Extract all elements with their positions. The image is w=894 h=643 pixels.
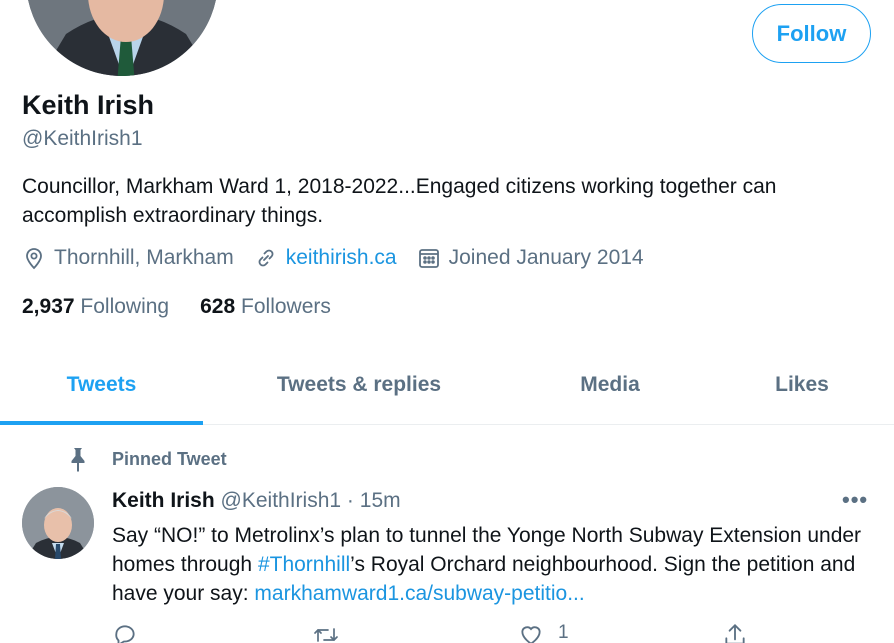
- profile-handle: @KeithIrish1: [22, 127, 143, 150]
- share-button[interactable]: [722, 622, 748, 643]
- followers-count: 628: [200, 295, 236, 318]
- calendar-icon: [418, 249, 439, 268]
- follow-stats: 2,937 Following 628 Followers: [22, 295, 362, 319]
- following-label: Following: [80, 295, 170, 318]
- tweet-time[interactable]: 15m: [360, 489, 401, 512]
- profile-joined: Joined January 2014: [417, 246, 644, 270]
- heart-icon: [521, 626, 541, 643]
- like-count: 1: [558, 622, 569, 643]
- tweet-author-handle[interactable]: @KeithIrish1: [221, 489, 342, 512]
- reply-icon: [115, 625, 135, 643]
- active-tab-indicator: [0, 421, 203, 425]
- profile-name: Keith Irish: [22, 90, 155, 120]
- profile-bio: Councillor, Markham Ward 1, 2018-2022...…: [22, 175, 777, 227]
- tweet-separator: ·: [346, 489, 354, 512]
- like-button[interactable]: 1: [518, 622, 569, 643]
- joined-text: Joined January 2014: [448, 246, 644, 269]
- tweet-author-avatar[interactable]: [22, 487, 94, 559]
- tab-likes[interactable]: Likes: [705, 345, 894, 424]
- tweet-url-link[interactable]: markhamward1.ca/subway-petitio...: [254, 582, 584, 605]
- tweet-more-button[interactable]: •••: [842, 487, 868, 513]
- pinned-label: Pinned Tweet: [112, 448, 227, 469]
- website-link[interactable]: keithirish.ca: [286, 246, 397, 270]
- tab-media[interactable]: Media: [515, 345, 705, 424]
- following-link[interactable]: 2,937 Following: [22, 295, 169, 319]
- profile-website[interactable]: keithirish.ca: [254, 246, 397, 270]
- reply-button[interactable]: [112, 622, 138, 643]
- profile-location: Thornhill, Markham: [22, 246, 234, 270]
- profile-tabs: Tweets Tweets & replies Media Likes: [0, 345, 894, 425]
- following-count: 2,937: [22, 295, 75, 318]
- location-text: Thornhill, Markham: [54, 246, 234, 269]
- link-icon: [258, 249, 274, 267]
- followers-link[interactable]: 628 Followers: [200, 295, 331, 319]
- location-pin-icon: [26, 248, 42, 270]
- profile-meta: Thornhill, Markham keithirish.ca Joined …: [22, 246, 664, 270]
- tweet-author-name[interactable]: Keith Irish: [112, 489, 215, 512]
- tab-tweets[interactable]: Tweets: [0, 345, 203, 424]
- share-icon: [725, 624, 745, 643]
- pinned-indicator: Pinned Tweet: [66, 446, 227, 472]
- tweet-actions: 1: [112, 622, 792, 643]
- follow-button[interactable]: Follow: [752, 4, 871, 63]
- retweet-icon: [314, 628, 338, 642]
- retweet-button[interactable]: [312, 622, 340, 643]
- tweet-header: Keith Irish @KeithIrish1 · 15m: [112, 489, 401, 513]
- hashtag-link[interactable]: #Thornhill: [258, 553, 350, 576]
- tweet-text: Say “NO!” to Metrolinx’s plan to tunnel …: [112, 521, 872, 608]
- profile-avatar[interactable]: [22, 0, 222, 80]
- followers-label: Followers: [241, 295, 331, 318]
- pin-icon: [71, 448, 85, 472]
- tab-tweets-replies[interactable]: Tweets & replies: [203, 345, 515, 424]
